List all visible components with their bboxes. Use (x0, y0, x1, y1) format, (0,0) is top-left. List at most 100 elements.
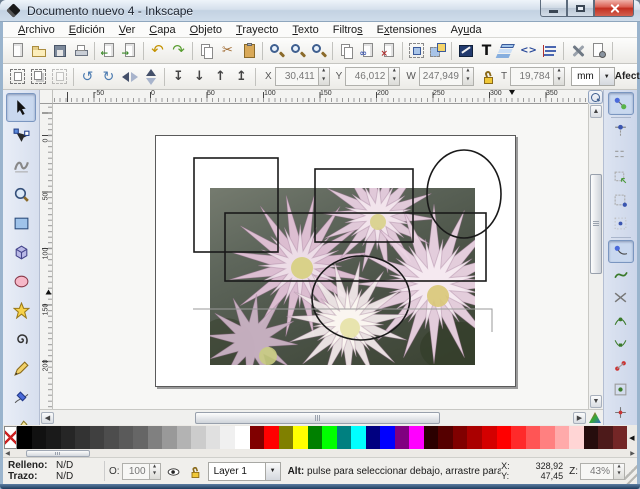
maximize-button[interactable] (567, 0, 594, 17)
snap-smooth-nodes-button[interactable] (608, 332, 634, 355)
deselect-button[interactable] (49, 66, 70, 88)
paste-button[interactable] (238, 40, 259, 62)
menu-filtros[interactable]: Filtros (326, 24, 370, 36)
inkscape-logo-icon[interactable] (6, 3, 21, 18)
palette-swatch-808000[interactable] (278, 426, 294, 449)
minimize-button[interactable] (540, 0, 567, 17)
palette-swatch-00ff00[interactable] (322, 426, 337, 449)
palette-swatch-00ffff[interactable] (351, 426, 366, 449)
menu-objeto[interactable]: Objeto (183, 24, 229, 36)
drawn-ellipse-5[interactable] (311, 255, 411, 341)
snap-bbox-edges-button[interactable] (608, 143, 634, 166)
tool-ellipse[interactable] (6, 267, 36, 296)
export-button[interactable]: → (119, 40, 140, 62)
palette-swatch-2b0000[interactable] (423, 426, 439, 449)
palette-swatch-ff2a2a[interactable] (511, 426, 526, 449)
fill-stroke-indicator[interactable]: Relleno: N/D Trazo: N/D (3, 460, 100, 482)
canvas-viewport[interactable] (53, 104, 588, 409)
palette-swatch-d40000[interactable] (482, 426, 497, 449)
open-document-button[interactable] (28, 40, 49, 62)
menu-capa[interactable]: Capa (142, 24, 182, 36)
zoom-input[interactable]: 43% (580, 462, 614, 480)
create-clone-button[interactable]: ∞ (357, 40, 378, 62)
select-all-layers-button[interactable] (28, 66, 49, 88)
lock-ratio-button[interactable] (478, 66, 499, 88)
cut-button[interactable]: ✂ (217, 40, 238, 62)
rotate-ccw-button[interactable]: ↺ (77, 66, 98, 88)
copy-button[interactable] (196, 40, 217, 62)
vertical-scroll-thumb[interactable] (590, 174, 602, 274)
y-input[interactable]: 46,012 (345, 67, 390, 86)
palette-swatch-000080[interactable] (365, 426, 381, 449)
scroll-left-button[interactable]: ◀ (41, 411, 54, 424)
tool-selector[interactable] (6, 93, 36, 122)
menu-archivo[interactable]: Archivo (11, 24, 62, 36)
snap-bbox-edge-midpoints-button[interactable] (608, 189, 634, 212)
inkscape-preferences-button[interactable] (567, 40, 588, 62)
x-input[interactable]: 30,411 (274, 67, 319, 86)
snap-line-midpoints-button[interactable] (608, 355, 634, 378)
snap-bbox-corners-button[interactable] (608, 166, 634, 189)
group-button[interactable] (406, 40, 427, 62)
zoom-spinner[interactable]: ▲ ▼ (614, 462, 625, 480)
palette-swatch-ffaaaa[interactable] (554, 426, 570, 449)
palette-swatch-800000[interactable] (452, 426, 468, 449)
palette-swatch-ff5555[interactable] (525, 426, 541, 449)
width-input[interactable]: 247,949 (418, 67, 463, 86)
snap-object-centers-button[interactable] (608, 378, 634, 401)
close-button[interactable] (594, 0, 634, 17)
tool-star[interactable] (6, 296, 36, 325)
palette-swatch-262626[interactable] (60, 426, 76, 449)
raise-button[interactable]: ↑ (210, 66, 231, 88)
palette-swatch-260d0d[interactable] (583, 426, 599, 449)
print-button[interactable] (70, 40, 91, 62)
snap-bbox-centers-button[interactable] (608, 212, 634, 235)
palette-swatch-ffff00[interactable] (293, 426, 308, 449)
palette-swatch-404040[interactable] (89, 426, 105, 449)
layer-visibility-toggle[interactable] (165, 463, 182, 480)
tool-bezier-pen[interactable] (6, 383, 36, 412)
height-spinner[interactable]: ▲ ▼ (554, 67, 566, 86)
height-input[interactable]: 19,784 (510, 67, 555, 86)
tool-box-3d[interactable] (6, 238, 36, 267)
palette-swatch-5a5a5a[interactable] (118, 426, 134, 449)
palette-swatch-333333[interactable] (75, 426, 90, 449)
document-properties-button[interactable] (588, 40, 609, 62)
current-layer-dropdown[interactable]: Layer 1 ▼ (207, 461, 281, 481)
scroll-right-button[interactable]: ▶ (573, 411, 586, 424)
palette-swatch-732626[interactable] (612, 426, 628, 449)
palette-swatch-4d4d4d[interactable] (104, 426, 119, 449)
xml-editor-button[interactable]: <> (518, 40, 539, 62)
vertical-scrollbar[interactable]: ▲ ▼ (588, 104, 603, 409)
menu-extensiones[interactable]: Extensiones (370, 24, 444, 36)
save-document-button[interactable] (49, 40, 70, 62)
palette-swatch-ff00ff[interactable] (409, 426, 424, 449)
palette-swatch-0000ff[interactable] (380, 426, 395, 449)
opacity-input[interactable]: 100 (121, 462, 150, 480)
tool-tweak[interactable] (6, 151, 36, 180)
zoom-drawing-button[interactable] (287, 40, 308, 62)
menu-ayuda[interactable]: Ayuda (444, 24, 489, 36)
scroll-down-button[interactable]: ▼ (590, 395, 602, 408)
horizontal-ruler[interactable]: -50 0 50 100 150 200 250 300 350 (53, 90, 588, 104)
menu-trayecto[interactable]: Trayecto (229, 24, 285, 36)
palette-swatch-808080[interactable] (147, 426, 163, 449)
vertical-ruler[interactable]: 0 50 100 150 200 (40, 104, 53, 409)
palette-swatch-666666[interactable] (133, 426, 148, 449)
scroll-up-button[interactable]: ▲ (590, 105, 602, 118)
palette-swatch-1a1a1a[interactable] (46, 426, 61, 449)
redo-button[interactable]: ↷ (168, 40, 189, 62)
palette-scroll-thumb[interactable] (26, 449, 90, 457)
palette-swatch-4d1a1a[interactable] (598, 426, 613, 449)
flip-horizontal-button[interactable] (119, 66, 140, 88)
y-spinner[interactable]: ▲ ▼ (389, 67, 401, 86)
palette-scroll-right-icon[interactable]: ▶ (628, 450, 637, 457)
fill-stroke-dialog-button[interactable] (455, 40, 476, 62)
tool-zoom[interactable] (6, 180, 36, 209)
palette-swatch-000000[interactable] (17, 426, 32, 449)
import-button[interactable]: ← (98, 40, 119, 62)
snap-cusp-nodes-button[interactable] (608, 309, 634, 332)
snap-bounding-box-button[interactable] (608, 120, 634, 143)
text-dialog-button[interactable]: T (476, 40, 497, 62)
horizontal-scrollbar[interactable]: ◀ ▶ (40, 409, 603, 425)
